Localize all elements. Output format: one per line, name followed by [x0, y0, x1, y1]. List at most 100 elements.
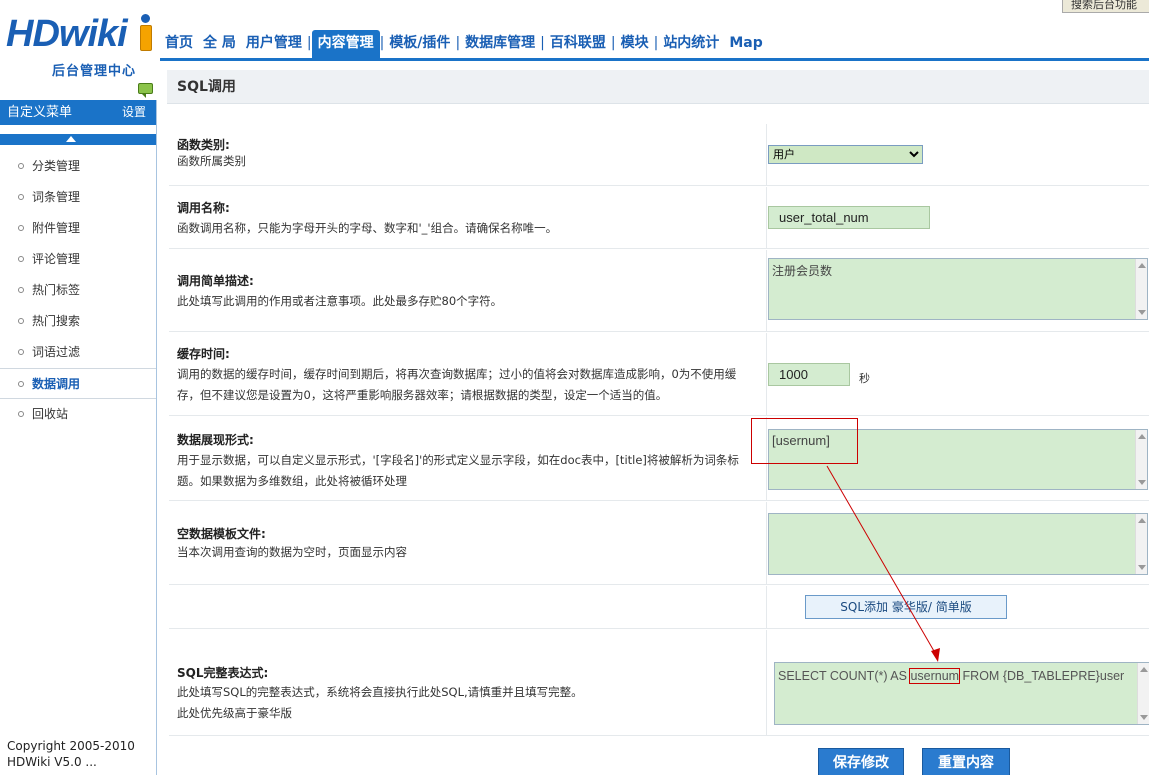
- cache-desc: 调用的数据的缓存时间，缓存时间到期后，将再次查询数据库；过小的值将会对数据库造成…: [177, 367, 737, 402]
- bullet-icon: [18, 348, 24, 355]
- row-summary: 调用简单描述: 此处填写此调用的作用或者注意事项。此处最多存贮80个字符。 注册…: [169, 250, 1149, 332]
- control-column: 用户: [766, 124, 923, 185]
- bullet-icon: [18, 255, 24, 262]
- bullet-icon: [18, 193, 24, 200]
- sidebar-settings-link[interactable]: 设置: [122, 100, 146, 125]
- nav-modules[interactable]: 模块: [616, 32, 654, 58]
- sidebar-item-label: 附件管理: [32, 221, 81, 235]
- cache-label: 缓存时间:: [177, 347, 230, 361]
- sidebar-item-entries[interactable]: 词条管理: [0, 182, 156, 213]
- nav-separator: |: [306, 35, 312, 51]
- nav-wiki-union[interactable]: 百科联盟: [545, 32, 611, 58]
- sidebar-item-label: 数据调用: [32, 377, 81, 391]
- call-name-desc: 函数调用名称，只能为字母开头的字母、数字和'_'组合。请确保名称唯一。: [177, 221, 558, 235]
- bullet-icon: [18, 380, 24, 387]
- admin-search-hint[interactable]: 搜索后台功能: [1062, 0, 1149, 13]
- sidebar-item-attachments[interactable]: 附件管理: [0, 213, 156, 244]
- sidebar-item-recycle-bin[interactable]: 回收站: [0, 399, 156, 430]
- sidebar-item-label: 回收站: [32, 407, 69, 421]
- scrollbar[interactable]: [1135, 259, 1147, 319]
- control-column: SELECT COUNT(*) AS usernum FROM {DB_TABL…: [766, 630, 1149, 735]
- copyright-line: HDWiki V5.0 ...: [7, 755, 97, 769]
- call-name-input[interactable]: [768, 206, 930, 229]
- main-content: SQL调用 函数类别: 函数所属类别 用户 调用名称: 函数调用名称，只能为字母…: [167, 70, 1149, 775]
- sidebar-item-categories[interactable]: 分类管理: [0, 151, 156, 182]
- collapse-up-icon[interactable]: [0, 134, 156, 145]
- empty-template-textarea[interactable]: [768, 513, 1148, 575]
- summary-label: 调用简单描述:: [177, 274, 254, 288]
- sql-highlight-usernum: usernum: [909, 668, 961, 684]
- sidebar-header: 自定义菜单 设置: [0, 100, 156, 125]
- summary-text: 注册会员数: [772, 264, 833, 278]
- row-actions: 保存修改 重置内容: [169, 737, 1149, 775]
- sidebar-item-comments[interactable]: 评论管理: [0, 244, 156, 275]
- sql-mode-button[interactable]: SQL添加 豪华版/ 简单版: [805, 595, 1007, 619]
- nav-database[interactable]: 数据库管理: [460, 32, 540, 58]
- chat-bubble-icon[interactable]: [138, 83, 153, 98]
- summary-textarea[interactable]: 注册会员数: [768, 258, 1148, 320]
- sidebar-item-data-call[interactable]: 数据调用: [0, 368, 156, 399]
- row-display-format: 数据展现形式: 用于显示数据，可以自定义显示形式，'[字段名]'的形式定义显示字…: [169, 417, 1149, 501]
- logo[interactable]: HDwiki: [6, 13, 152, 55]
- bullet-icon: [18, 224, 24, 231]
- logo-subtitle: 后台管理中心: [52, 64, 137, 79]
- bullet-icon: [18, 286, 24, 293]
- summary-desc: 此处填写此调用的作用或者注意事项。此处最多存贮80个字符。: [177, 294, 503, 308]
- annotation-box: [751, 418, 858, 464]
- row-cache-time: 缓存时间: 调用的数据的缓存时间，缓存时间到期后，将再次查询数据库；过小的值将会…: [169, 333, 1149, 416]
- sql-text: FROM {DB_TABLEPRE}user: [959, 669, 1125, 683]
- row-sql-expression: SQL完整表达式: 此处填写SQL的完整表达式，系统将会直接执行此处SQL,请慎…: [169, 630, 1149, 736]
- sql-desc-line: 此处填写SQL的完整表达式，系统将会直接执行此处SQL,请慎重并且填写完整。: [177, 685, 583, 699]
- row-sql-mode: SQL添加 豪华版/ 简单版: [169, 586, 1149, 629]
- nav-templates-plugins[interactable]: 模板/插件: [384, 32, 455, 58]
- category-select[interactable]: 用户: [768, 145, 923, 164]
- nav-home[interactable]: 首页: [160, 32, 198, 58]
- category-desc: 函数所属类别: [177, 154, 246, 168]
- sidebar-item-label: 热门标签: [32, 283, 81, 297]
- empty-template-label: 空数据模板文件:: [177, 527, 266, 541]
- bullet-icon: [18, 317, 24, 324]
- cache-unit: 秒: [859, 372, 870, 385]
- nav-global[interactable]: 全 局: [198, 32, 241, 58]
- empty-template-desc: 当本次调用查询的数据为空时，页面显示内容: [177, 545, 407, 559]
- sidebar-item-word-filter[interactable]: 词语过滤: [0, 337, 156, 368]
- control-column: 秒: [766, 333, 870, 415]
- save-button[interactable]: 保存修改: [818, 748, 904, 775]
- sidebar-item-label: 词语过滤: [32, 345, 81, 359]
- nav-underline: [160, 58, 1149, 61]
- scrollbar[interactable]: [1135, 430, 1147, 489]
- reset-button[interactable]: 重置内容: [922, 748, 1010, 775]
- control-column: [766, 502, 1148, 584]
- row-empty-template: 空数据模板文件: 当本次调用查询的数据为空时，页面显示内容: [169, 502, 1149, 585]
- copyright-line: Copyright 2005-2010: [7, 739, 135, 753]
- main-nav: 首页 全 局 用户管理 | 内容管理 | 模板/插件 | 数据库管理 | 百科联…: [160, 28, 768, 58]
- bullet-icon: [18, 162, 24, 169]
- logo-text: HDwiki: [6, 13, 128, 55]
- cache-time-input[interactable]: [768, 363, 850, 386]
- nav-site-stats[interactable]: 站内统计: [658, 32, 724, 58]
- control-column: [766, 187, 930, 248]
- sidebar-item-label: 评论管理: [32, 252, 81, 266]
- logo-i-icon: [139, 14, 153, 54]
- header: HDwiki 搜索后台功能 首页 全 局 用户管理 | 内容管理 | 模板/插件…: [0, 0, 1149, 62]
- sidebar-item-hot-tags[interactable]: 热门标签: [0, 275, 156, 306]
- scrollbar[interactable]: [1135, 514, 1147, 574]
- sidebar-item-label: 词条管理: [32, 190, 81, 204]
- control-column: SQL添加 豪华版/ 简单版: [766, 586, 1007, 628]
- sql-textarea[interactable]: SELECT COUNT(*) AS usernum FROM {DB_TABL…: [774, 662, 1149, 725]
- nav-map[interactable]: Map: [724, 32, 767, 58]
- copyright: Copyright 2005-2010 HDWiki V5.0 ...: [7, 738, 135, 770]
- bullet-icon: [18, 410, 24, 417]
- sidebar-title: 自定义菜单: [7, 105, 73, 120]
- sql-desc-line: 此处优先级高于豪华版: [177, 706, 292, 720]
- display-desc: 用于显示数据，可以自定义显示形式，'[字段名]'的形式定义显示字段，如在doc表…: [177, 453, 739, 488]
- sql-text: SELECT COUNT(*) AS: [778, 669, 911, 683]
- call-name-label: 调用名称:: [177, 201, 230, 215]
- scrollbar[interactable]: [1137, 663, 1149, 724]
- sidebar-item-label: 分类管理: [32, 159, 81, 173]
- nav-content-management[interactable]: 内容管理: [311, 30, 380, 58]
- display-label: 数据展现形式:: [177, 433, 254, 447]
- row-call-name: 调用名称: 函数调用名称，只能为字母开头的字母、数字和'_'组合。请确保名称唯一…: [169, 187, 1149, 249]
- sidebar-item-hot-search[interactable]: 热门搜索: [0, 306, 156, 337]
- nav-user-management[interactable]: 用户管理: [241, 32, 307, 58]
